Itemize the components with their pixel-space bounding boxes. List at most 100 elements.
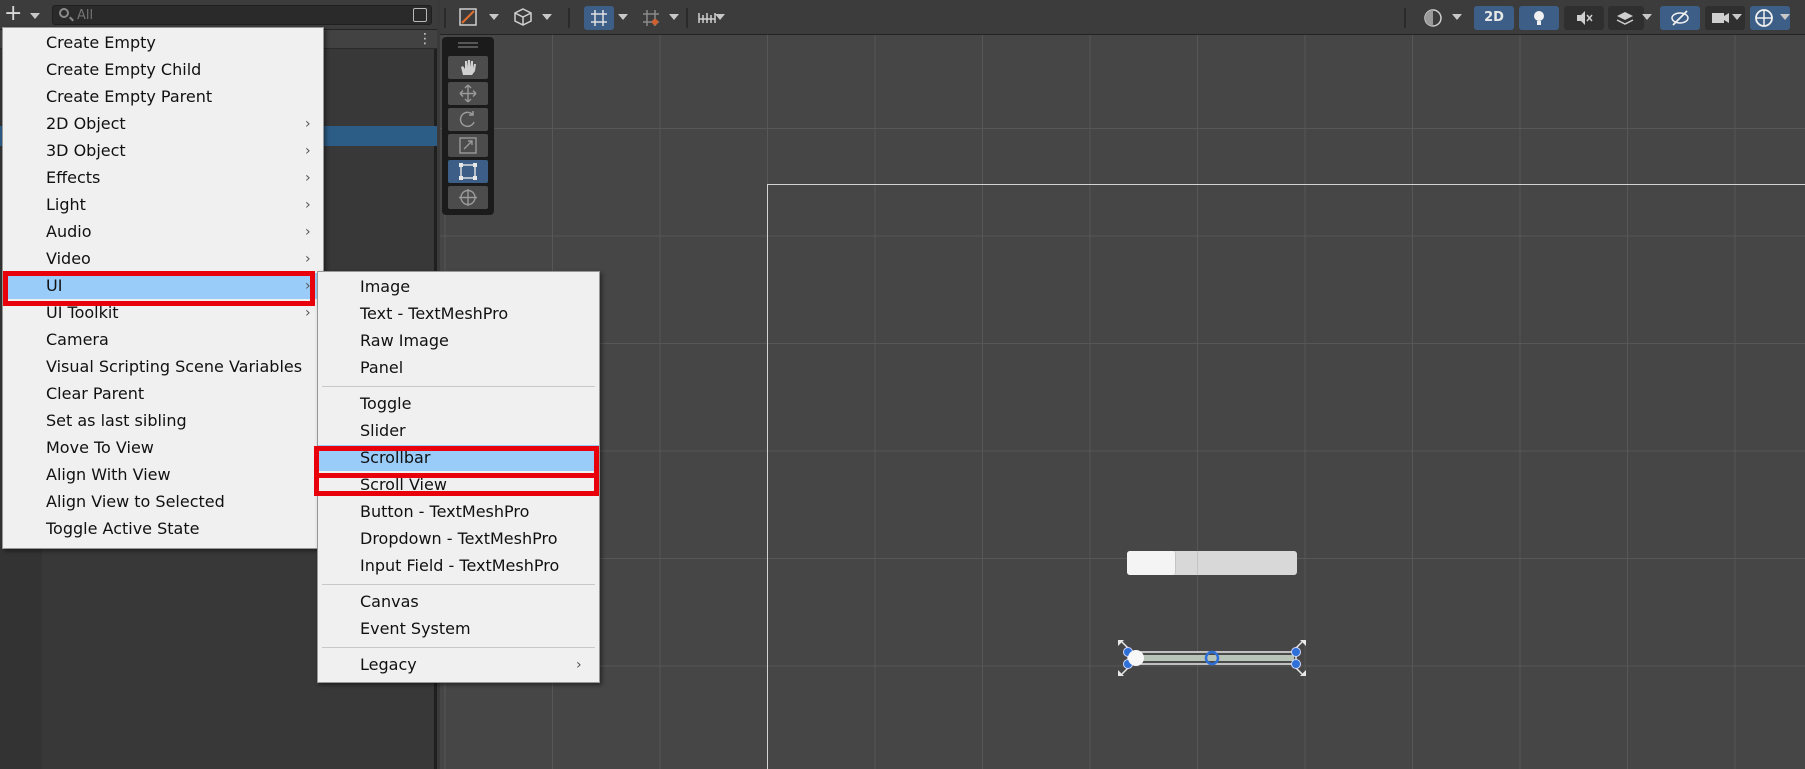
hierarchy-toolbar: + bbox=[0, 0, 437, 30]
menu-item-clear-parent[interactable]: Clear Parent bbox=[3, 381, 323, 407]
chevron-down-icon[interactable] bbox=[1452, 14, 1462, 20]
chevron-down-icon[interactable] bbox=[489, 14, 499, 20]
menu-item-label: Scrollbar bbox=[360, 448, 431, 467]
chevron-right-icon: › bbox=[305, 305, 311, 321]
menu-item-camera[interactable]: Camera bbox=[3, 327, 323, 353]
menu-item-label: Effects bbox=[46, 168, 101, 187]
submenu-item-event-system[interactable]: Event System bbox=[318, 616, 599, 642]
canvas-bounds bbox=[767, 184, 1805, 769]
menu-item-align-with-view[interactable]: Align With View bbox=[3, 462, 323, 488]
submenu-item-dropdown-textmeshpro[interactable]: Dropdown - TextMeshPro bbox=[318, 526, 599, 552]
menu-item-label: Toggle bbox=[360, 394, 412, 413]
lighting-button[interactable] bbox=[1519, 6, 1559, 30]
effects-button[interactable] bbox=[1608, 6, 1644, 30]
toolbar-separator bbox=[568, 8, 570, 28]
draw-mode-icon bbox=[459, 8, 477, 26]
grid-snap-button[interactable] bbox=[584, 6, 614, 30]
2d-mode-button[interactable]: 2D bbox=[1474, 6, 1514, 30]
chevron-right-icon: › bbox=[576, 657, 582, 673]
chevron-right-icon: › bbox=[305, 116, 311, 132]
toolbar-separator bbox=[686, 8, 688, 28]
hidden-objects-button[interactable] bbox=[1660, 6, 1700, 30]
hierarchy-search[interactable] bbox=[52, 5, 432, 25]
chevron-down-icon[interactable] bbox=[669, 14, 679, 20]
scrollbar-handle[interactable] bbox=[1127, 551, 1176, 575]
menu-item-3d-object[interactable]: 3D Object › bbox=[3, 138, 323, 164]
menu-item-visual-scripting-scene-variables[interactable]: Visual Scripting Scene Variables bbox=[3, 354, 323, 380]
move-tool[interactable] bbox=[448, 82, 488, 105]
menu-item-label: Event System bbox=[360, 619, 471, 638]
chevron-down-icon[interactable] bbox=[1732, 14, 1742, 20]
menu-item-ui[interactable]: UI › bbox=[3, 273, 323, 299]
scale-tool[interactable] bbox=[448, 134, 488, 157]
menu-item-label: Light bbox=[46, 195, 86, 214]
audio-mute-icon bbox=[1577, 11, 1593, 25]
menu-item-align-view-to-selected[interactable]: Align View to Selected bbox=[3, 489, 323, 515]
kebab-menu-icon[interactable]: ⋮ bbox=[418, 32, 432, 46]
menu-separator bbox=[322, 386, 595, 387]
submenu-item-input-field-textmeshpro[interactable]: Input Field - TextMeshPro bbox=[318, 553, 599, 579]
rect-tool[interactable] bbox=[448, 160, 488, 183]
layers-icon bbox=[1616, 12, 1634, 25]
submenu-item-legacy[interactable]: Legacy › bbox=[318, 652, 599, 678]
chevron-down-icon[interactable] bbox=[1642, 14, 1652, 20]
tools-overlay bbox=[442, 37, 494, 215]
chevron-down-icon[interactable] bbox=[715, 14, 725, 20]
scene-toolbar: 2D bbox=[440, 0, 1805, 35]
chevron-down-icon bbox=[30, 13, 40, 19]
cube-icon bbox=[514, 8, 532, 26]
overlay-grip-icon[interactable] bbox=[442, 39, 494, 51]
transform-tool[interactable] bbox=[448, 186, 488, 209]
plus-icon: + bbox=[4, 1, 23, 26]
submenu-item-raw-image[interactable]: Raw Image bbox=[318, 328, 599, 354]
toolbar-separator bbox=[444, 8, 446, 28]
menu-item-audio[interactable]: Audio › bbox=[3, 219, 323, 245]
menu-item-label: Toggle Active State bbox=[46, 519, 200, 538]
submenu-item-toggle[interactable]: Toggle bbox=[318, 391, 599, 417]
submenu-item-image[interactable]: Image bbox=[318, 274, 599, 300]
chevron-right-icon: › bbox=[305, 170, 311, 186]
audio-button[interactable] bbox=[1564, 6, 1604, 30]
menu-item-set-as-last-sibling[interactable]: Set as last sibling bbox=[3, 408, 323, 434]
submenu-item-canvas[interactable]: Canvas bbox=[318, 589, 599, 615]
menu-item-toggle-active-state[interactable]: Toggle Active State bbox=[3, 516, 323, 542]
search-options-icon[interactable] bbox=[413, 8, 427, 22]
submenu-item-scrollbar[interactable]: Scrollbar bbox=[318, 445, 599, 471]
camera-icon bbox=[1712, 13, 1729, 23]
menu-item-label: Set as last sibling bbox=[46, 411, 187, 430]
menu-item-label: Image bbox=[360, 277, 411, 296]
selected-scrollbar-gizmo[interactable] bbox=[1116, 638, 1308, 678]
scrollbar-divider bbox=[1197, 551, 1198, 575]
rotate-tool[interactable] bbox=[448, 108, 488, 131]
gizmo-icon bbox=[1755, 9, 1773, 27]
menu-item-label: UI bbox=[46, 276, 63, 295]
menu-item-create-empty-child[interactable]: Create Empty Child bbox=[3, 57, 323, 83]
menu-item-move-to-view[interactable]: Move To View bbox=[3, 435, 323, 461]
menu-item-label: Canvas bbox=[360, 592, 419, 611]
scrollbar-object[interactable] bbox=[1127, 551, 1297, 575]
menu-item-2d-object[interactable]: 2D Object › bbox=[3, 111, 323, 137]
menu-item-light[interactable]: Light › bbox=[3, 192, 323, 218]
snap-increment-button[interactable] bbox=[636, 6, 666, 30]
submenu-item-text-textmeshpro[interactable]: Text - TextMeshPro bbox=[318, 301, 599, 327]
hand-tool[interactable] bbox=[448, 56, 488, 79]
menu-item-create-empty[interactable]: Create Empty bbox=[3, 30, 323, 56]
submenu-item-scroll-view[interactable]: Scroll View bbox=[318, 472, 599, 498]
add-object-button[interactable]: + bbox=[4, 1, 44, 26]
menu-separator bbox=[322, 584, 595, 585]
eye-slash-icon bbox=[1671, 10, 1689, 26]
submenu-item-panel[interactable]: Panel bbox=[318, 355, 599, 381]
menu-item-ui-toolkit[interactable]: UI Toolkit › bbox=[3, 300, 323, 326]
transform-tool-icon bbox=[459, 189, 477, 206]
chevron-down-icon[interactable] bbox=[542, 14, 552, 20]
chevron-down-icon[interactable] bbox=[618, 14, 628, 20]
chevron-right-icon: › bbox=[305, 143, 311, 159]
submenu-item-slider[interactable]: Slider bbox=[318, 418, 599, 444]
chevron-down-icon[interactable] bbox=[1780, 14, 1790, 20]
menu-item-effects[interactable]: Effects › bbox=[3, 165, 323, 191]
menu-item-video[interactable]: Video › bbox=[3, 246, 323, 272]
submenu-item-button-textmeshpro[interactable]: Button - TextMeshPro bbox=[318, 499, 599, 525]
search-input[interactable] bbox=[77, 6, 397, 24]
menu-item-create-empty-parent[interactable]: Create Empty Parent bbox=[3, 84, 323, 110]
menu-item-label: Visual Scripting Scene Variables bbox=[46, 357, 303, 376]
